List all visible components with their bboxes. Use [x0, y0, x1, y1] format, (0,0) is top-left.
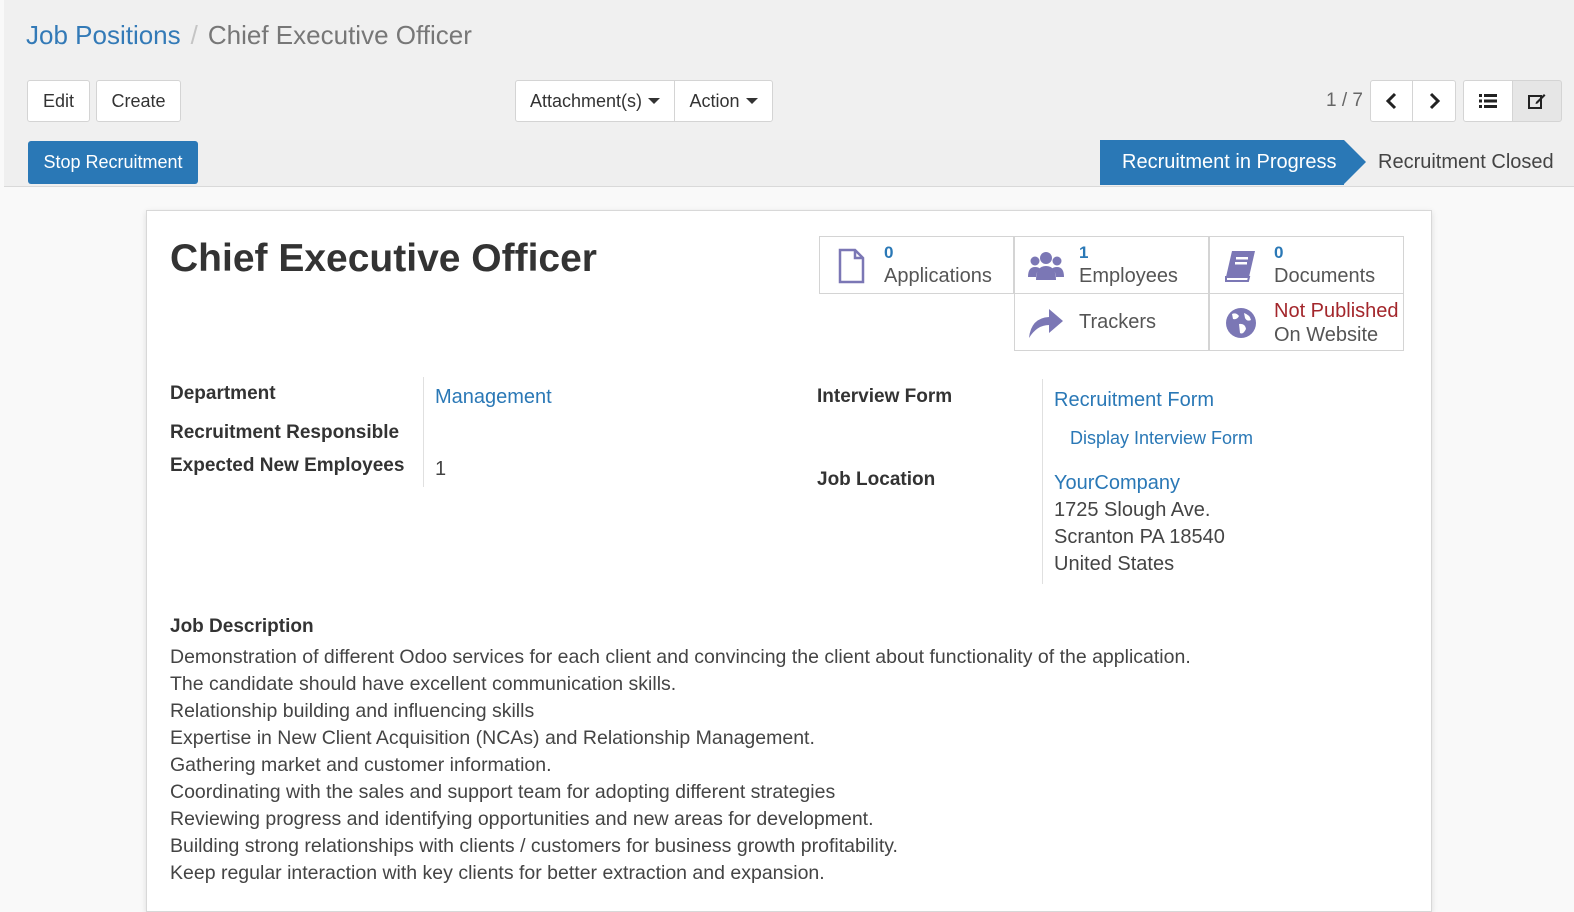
stage-recruitment-closed[interactable]: Recruitment Closed: [1378, 140, 1554, 185]
job-description-line: Gathering market and customer informatio…: [170, 754, 552, 776]
display-interview-form-link[interactable]: Display Interview Form: [1070, 428, 1253, 449]
page-title: Chief Executive Officer: [170, 237, 597, 280]
expected-employees-label: Expected New Employees: [170, 455, 405, 476]
employees-count: 1: [1079, 243, 1089, 262]
breadcrumb-current: Chief Executive Officer: [207, 20, 472, 50]
pager-next-button[interactable]: [1412, 80, 1456, 122]
breadcrumb-job-positions[interactable]: Job Positions: [26, 20, 181, 50]
stage-recruitment-in-progress[interactable]: Recruitment in Progress: [1100, 140, 1344, 185]
action-label: Action: [689, 90, 740, 111]
field-divider: [423, 377, 424, 487]
employees-label: Employees: [1079, 265, 1178, 287]
caret-down-icon: [648, 98, 661, 104]
breadcrumb: Job Positions / Chief Executive Officer: [26, 20, 472, 51]
documents-button[interactable]: 0 Documents: [1209, 236, 1404, 294]
stop-recruitment-button[interactable]: Stop Recruitment: [28, 141, 198, 184]
job-location-company[interactable]: YourCompany: [1054, 472, 1180, 495]
website-publish-button[interactable]: Not Published On Website: [1209, 293, 1404, 351]
job-location-street: 1725 Slough Ave.: [1054, 499, 1211, 521]
job-location-city: Scranton PA 18540: [1054, 526, 1225, 548]
website-label: On Website: [1274, 324, 1379, 346]
form-sheet: Chief Executive Officer 0 Applications 1…: [146, 210, 1432, 912]
action-dropdown[interactable]: Action: [674, 80, 773, 122]
recruitment-responsible-label: Recruitment Responsible: [170, 422, 400, 443]
field-divider: [1042, 379, 1043, 584]
create-button-label: Create: [111, 90, 166, 111]
job-description-line: Coordinating with the sales and support …: [170, 781, 836, 803]
department-value[interactable]: Management: [435, 386, 552, 409]
applications-button[interactable]: 0 Applications: [819, 236, 1014, 294]
applications-count: 0: [884, 243, 894, 262]
job-description-label: Job Description: [170, 616, 314, 637]
breadcrumb-separator: /: [190, 20, 198, 50]
control-panel: Job Positions / Chief Executive Officer Ed…: [4, 0, 1574, 141]
job-description-line: Relationship building and influencing sk…: [170, 700, 535, 722]
job-location-country: United States: [1054, 553, 1175, 575]
applications-label: Applications: [884, 265, 992, 287]
create-button[interactable]: Create: [96, 80, 181, 122]
pager-previous-button[interactable]: [1370, 80, 1413, 122]
trackers-button[interactable]: Trackers: [1014, 293, 1209, 351]
website-status: Not Published: [1274, 300, 1399, 322]
job-description-line: Building strong relationships with clien…: [170, 835, 898, 857]
department-label: Department: [170, 383, 276, 404]
edit-button-label: Edit: [42, 90, 75, 111]
job-description-line: Demonstration of different Odoo services…: [170, 646, 1191, 668]
edit-button[interactable]: Edit: [27, 80, 90, 122]
interview-form-value[interactable]: Recruitment Form: [1054, 389, 1214, 412]
users-icon: [1028, 252, 1064, 280]
chevron-right-icon: [1429, 92, 1441, 110]
globe-icon: [1226, 308, 1256, 338]
expected-employees-value: 1: [435, 458, 447, 480]
documents-count: 0: [1274, 243, 1284, 262]
list-view-icon: [1479, 94, 1497, 108]
chevron-left-icon: [1385, 92, 1396, 110]
form-view-icon: [1528, 94, 1546, 109]
share-icon: [1029, 309, 1063, 338]
job-location-label: Job Location: [817, 469, 936, 490]
documents-label: Documents: [1274, 265, 1376, 287]
job-description-line: Keep regular interaction with key client…: [170, 862, 825, 884]
list-view-button[interactable]: [1463, 80, 1513, 122]
employees-button[interactable]: 1 Employees: [1014, 236, 1209, 294]
job-description-line: The candidate should have excellent comm…: [170, 673, 677, 695]
file-icon: [838, 248, 865, 284]
interview-form-label: Interview Form: [817, 386, 953, 407]
stage-arrow: [1344, 140, 1366, 184]
form-view-button[interactable]: [1512, 80, 1562, 122]
job-description-line: Reviewing progress and identifying oppor…: [170, 808, 874, 830]
caret-down-icon: [745, 98, 758, 104]
trackers-label: Trackers: [1079, 311, 1157, 333]
job-description-line: Expertise in New Client Acquisition (NCA…: [170, 727, 815, 749]
status-bar: Stop Recruitment Recruitment in Progress…: [4, 140, 1574, 187]
attachments-label: Attachment(s): [529, 90, 643, 111]
attachments-dropdown[interactable]: Attachment(s): [515, 80, 675, 122]
pager-value[interactable]: 1 / 7: [1326, 90, 1363, 112]
book-icon: [1225, 251, 1255, 282]
